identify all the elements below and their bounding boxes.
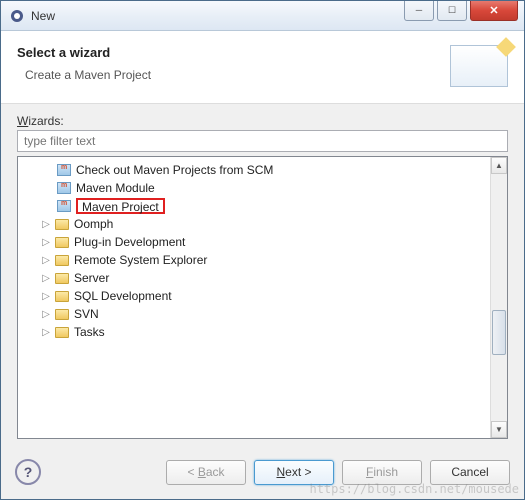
tree-item-label: Oomph: [74, 217, 113, 231]
tree-folder[interactable]: ▷ Remote System Explorer: [20, 251, 488, 269]
expander-icon[interactable]: ▷: [40, 236, 52, 248]
content-area: Wizards: Check out Maven Projects from S…: [1, 104, 524, 449]
tree-body[interactable]: Check out Maven Projects from SCM Maven M…: [18, 157, 490, 438]
tree-item-label: SQL Development: [74, 289, 172, 303]
tree-item[interactable]: Maven Module: [20, 179, 488, 197]
tree-item-label: Maven Module: [76, 181, 155, 195]
tree-item-label: Maven Project: [76, 198, 165, 214]
expander-icon[interactable]: ▷: [40, 308, 52, 320]
window-controls: ─ ☐ ✕: [404, 1, 524, 23]
tree-folder[interactable]: ▷ SQL Development: [20, 287, 488, 305]
tree-item-label: SVN: [74, 307, 99, 321]
vertical-scrollbar[interactable]: ▲ ▼: [490, 157, 507, 438]
folder-icon: [54, 234, 70, 250]
tree-folder[interactable]: ▷ Oomph: [20, 215, 488, 233]
next-button[interactable]: Next >: [254, 460, 334, 485]
scroll-down-button[interactable]: ▼: [491, 421, 507, 438]
tree-item-label: Server: [74, 271, 109, 285]
expander-icon[interactable]: ▷: [40, 272, 52, 284]
folder-icon: [54, 252, 70, 268]
button-bar: ? < Back Next > Finish Cancel: [1, 449, 524, 499]
filter-input[interactable]: [17, 130, 508, 152]
tree-item-label: Check out Maven Projects from SCM: [76, 163, 273, 177]
help-button[interactable]: ?: [15, 459, 41, 485]
tree-folder[interactable]: ▷ Tasks: [20, 323, 488, 341]
tree-item-label: Tasks: [74, 325, 105, 339]
expander-icon[interactable]: ▷: [40, 290, 52, 302]
folder-icon: [54, 324, 70, 340]
maven-icon: [56, 198, 72, 214]
folder-icon: [54, 306, 70, 322]
tree-item-label: Plug-in Development: [74, 235, 185, 249]
back-button[interactable]: < Back: [166, 460, 246, 485]
wizard-header: Select a wizard Create a Maven Project: [1, 31, 524, 104]
scroll-thumb[interactable]: [492, 310, 506, 355]
tree-folder[interactable]: ▷ Server: [20, 269, 488, 287]
expander-icon[interactable]: ▷: [40, 218, 52, 230]
tree-folder[interactable]: ▷ SVN: [20, 305, 488, 323]
cancel-button[interactable]: Cancel: [430, 460, 510, 485]
scroll-up-button[interactable]: ▲: [491, 157, 507, 174]
tree-item[interactable]: Maven Project: [20, 197, 488, 215]
expander-icon[interactable]: ▷: [40, 254, 52, 266]
app-icon: [9, 8, 25, 24]
finish-button[interactable]: Finish: [342, 460, 422, 485]
dialog-window: New ─ ☐ ✕ Select a wizard Create a Maven…: [0, 0, 525, 500]
folder-icon: [54, 270, 70, 286]
titlebar[interactable]: New ─ ☐ ✕: [1, 1, 524, 31]
maven-icon: [56, 180, 72, 196]
maximize-button[interactable]: ☐: [437, 1, 467, 21]
page-title: Select a wizard: [17, 45, 450, 60]
folder-icon: [54, 216, 70, 232]
window-title: New: [31, 9, 404, 23]
close-button[interactable]: ✕: [470, 1, 518, 21]
wizard-tree: Check out Maven Projects from SCM Maven M…: [17, 156, 508, 439]
minimize-button[interactable]: ─: [404, 1, 434, 21]
tree-item-label: Remote System Explorer: [74, 253, 207, 267]
scroll-track[interactable]: [491, 174, 507, 421]
maven-icon: [56, 162, 72, 178]
wizards-label: Wizards:: [17, 114, 508, 128]
tree-folder[interactable]: ▷ Plug-in Development: [20, 233, 488, 251]
expander-icon[interactable]: ▷: [40, 326, 52, 338]
page-description: Create a Maven Project: [25, 68, 450, 82]
folder-icon: [54, 288, 70, 304]
wizard-banner-icon: [450, 45, 508, 87]
tree-item[interactable]: Check out Maven Projects from SCM: [20, 161, 488, 179]
